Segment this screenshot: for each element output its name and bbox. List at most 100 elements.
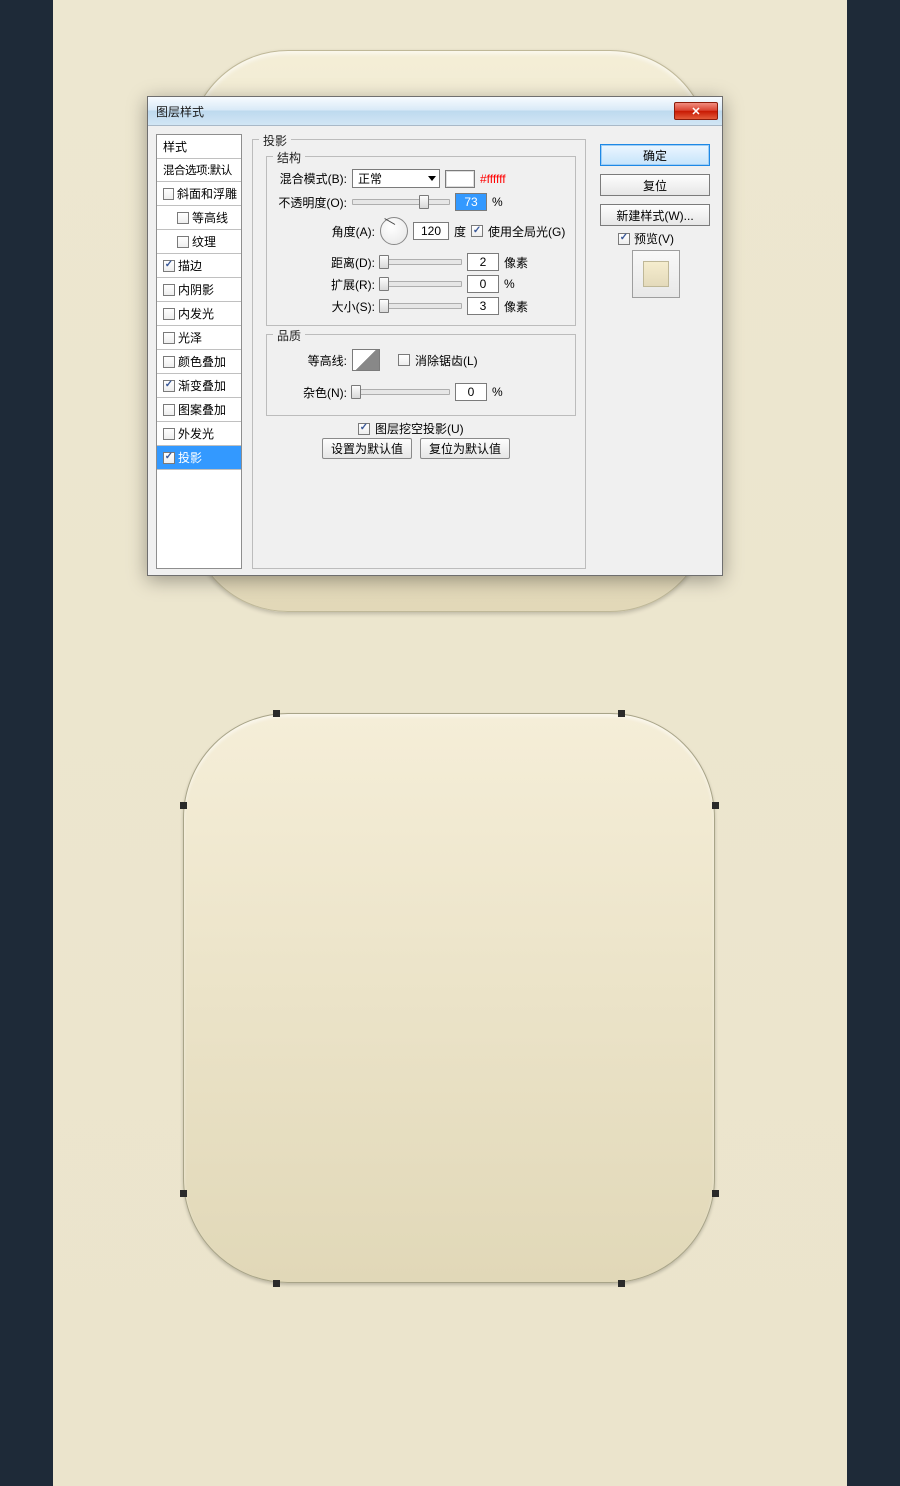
noise-unit: % <box>492 385 503 399</box>
checkbox-icon[interactable] <box>163 380 175 392</box>
path-anchor[interactable] <box>273 1280 280 1287</box>
sidebar-item-label: 渐变叠加 <box>178 377 226 394</box>
sidebar-item-contour[interactable]: 等高线 <box>157 206 241 230</box>
slider-thumb-icon[interactable] <box>379 277 389 291</box>
global-light-checkbox[interactable] <box>471 225 483 237</box>
sidebar-item-styles[interactable]: 样式 <box>157 135 241 159</box>
noise-slider[interactable] <box>352 389 450 395</box>
dialog-title: 图层样式 <box>156 103 204 120</box>
size-slider[interactable] <box>380 303 462 309</box>
checkbox-icon[interactable] <box>163 260 175 272</box>
checkbox-icon[interactable] <box>177 236 189 248</box>
knockout-checkbox[interactable] <box>358 423 370 435</box>
sidebar-item-inner-glow[interactable]: 内发光 <box>157 302 241 326</box>
close-button[interactable]: ✕ <box>674 102 718 120</box>
blend-mode-select[interactable]: 正常 <box>352 169 440 188</box>
slider-thumb-icon[interactable] <box>379 255 389 269</box>
contour-label: 等高线: <box>275 352 347 369</box>
checkbox-icon[interactable] <box>163 428 175 440</box>
path-anchor[interactable] <box>618 1280 625 1287</box>
sidebar-item-inner-shadow[interactable]: 内阴影 <box>157 278 241 302</box>
sidebar-item-color-overlay[interactable]: 颜色叠加 <box>157 350 241 374</box>
sidebar-item-label: 纹理 <box>192 233 216 250</box>
checkbox-icon[interactable] <box>177 212 189 224</box>
distance-label: 距离(D): <box>275 254 375 271</box>
checkbox-icon[interactable] <box>163 284 175 296</box>
shadow-color-hex: #ffffff <box>480 172 506 186</box>
preview-label: 预览(V) <box>634 230 674 247</box>
sidebar-item-label: 描边 <box>178 257 202 274</box>
sidebar-item-label: 混合选项:默认 <box>163 162 232 178</box>
group-legend: 结构 <box>273 149 305 166</box>
sidebar-item-label: 样式 <box>163 138 187 155</box>
checkbox-icon[interactable] <box>163 308 175 320</box>
group-legend: 投影 <box>259 132 291 149</box>
knockout-label: 图层挖空投影(U) <box>375 420 464 437</box>
cancel-button[interactable]: 复位 <box>600 174 710 196</box>
lower-rounded-rect-path[interactable] <box>183 713 715 1283</box>
sidebar-item-label: 光泽 <box>178 329 202 346</box>
shadow-color-swatch[interactable] <box>445 170 475 188</box>
sidebar-item-blend-options[interactable]: 混合选项:默认 <box>157 159 241 182</box>
sidebar-item-drop-shadow[interactable]: 投影 <box>157 446 241 470</box>
distance-slider[interactable] <box>380 259 462 265</box>
quality-group: 品质 等高线: 消除锯齿(L) 杂色(N): 0 % <box>266 334 576 416</box>
opacity-slider[interactable] <box>352 199 450 205</box>
opacity-input[interactable]: 73 <box>455 193 487 211</box>
preview-checkbox[interactable] <box>618 233 630 245</box>
checkbox-icon[interactable] <box>163 332 175 344</box>
path-anchor[interactable] <box>180 1190 187 1197</box>
sidebar-item-texture[interactable]: 纹理 <box>157 230 241 254</box>
spread-slider[interactable] <box>380 281 462 287</box>
angle-input[interactable]: 120 <box>413 222 449 240</box>
reset-default-button[interactable]: 复位为默认值 <box>420 438 510 459</box>
sidebar-item-bevel[interactable]: 斜面和浮雕 <box>157 182 241 206</box>
preview-inner-icon <box>643 261 669 287</box>
sidebar-item-label: 颜色叠加 <box>178 353 226 370</box>
layer-style-dialog: 图层样式 ✕ 样式 混合选项:默认 斜面和浮雕 等高线 纹理 <box>147 96 723 576</box>
path-anchor[interactable] <box>618 710 625 717</box>
checkbox-icon[interactable] <box>163 188 174 200</box>
sidebar-item-stroke[interactable]: 描边 <box>157 254 241 278</box>
structure-group: 结构 混合模式(B): 正常 #ffffff 不透明度(O): 73 % <box>266 156 576 326</box>
path-anchor[interactable] <box>180 802 187 809</box>
slider-thumb-icon[interactable] <box>351 385 361 399</box>
sidebar-item-outer-glow[interactable]: 外发光 <box>157 422 241 446</box>
checkbox-icon[interactable] <box>163 452 175 464</box>
spread-unit: % <box>504 277 515 291</box>
contour-picker[interactable] <box>352 349 380 371</box>
group-legend: 品质 <box>273 327 305 344</box>
noise-label: 杂色(N): <box>275 384 347 401</box>
checkbox-icon[interactable] <box>163 404 175 416</box>
sidebar-item-pattern-overlay[interactable]: 图案叠加 <box>157 398 241 422</box>
ok-button[interactable]: 确定 <box>600 144 710 166</box>
sidebar-item-label: 斜面和浮雕 <box>177 185 237 202</box>
slider-thumb-icon[interactable] <box>419 195 429 209</box>
path-anchor[interactable] <box>273 710 280 717</box>
sidebar-item-label: 投影 <box>178 449 202 466</box>
blend-mode-value: 正常 <box>358 170 382 187</box>
preview-swatch <box>632 250 680 298</box>
spread-label: 扩展(R): <box>275 276 375 293</box>
slider-thumb-icon[interactable] <box>379 299 389 313</box>
antialias-checkbox[interactable] <box>398 354 410 366</box>
sidebar-item-satin[interactable]: 光泽 <box>157 326 241 350</box>
path-anchor[interactable] <box>712 802 719 809</box>
angle-dial[interactable] <box>380 217 408 245</box>
set-default-button[interactable]: 设置为默认值 <box>322 438 412 459</box>
sidebar-item-label: 内发光 <box>178 305 214 322</box>
path-anchor[interactable] <box>712 1190 719 1197</box>
distance-input[interactable]: 2 <box>467 253 499 271</box>
noise-input[interactable]: 0 <box>455 383 487 401</box>
checkbox-icon[interactable] <box>163 356 175 368</box>
distance-unit: 像素 <box>504 254 528 271</box>
sidebar-item-gradient-overlay[interactable]: 渐变叠加 <box>157 374 241 398</box>
size-input[interactable]: 3 <box>467 297 499 315</box>
titlebar[interactable]: 图层样式 ✕ <box>148 97 722 126</box>
new-style-button[interactable]: 新建样式(W)... <box>600 204 710 226</box>
chevron-down-icon <box>428 176 436 181</box>
spread-input[interactable]: 0 <box>467 275 499 293</box>
opacity-unit: % <box>492 195 503 209</box>
sidebar-item-label: 图案叠加 <box>178 401 226 418</box>
sidebar-item-label: 等高线 <box>192 209 228 226</box>
